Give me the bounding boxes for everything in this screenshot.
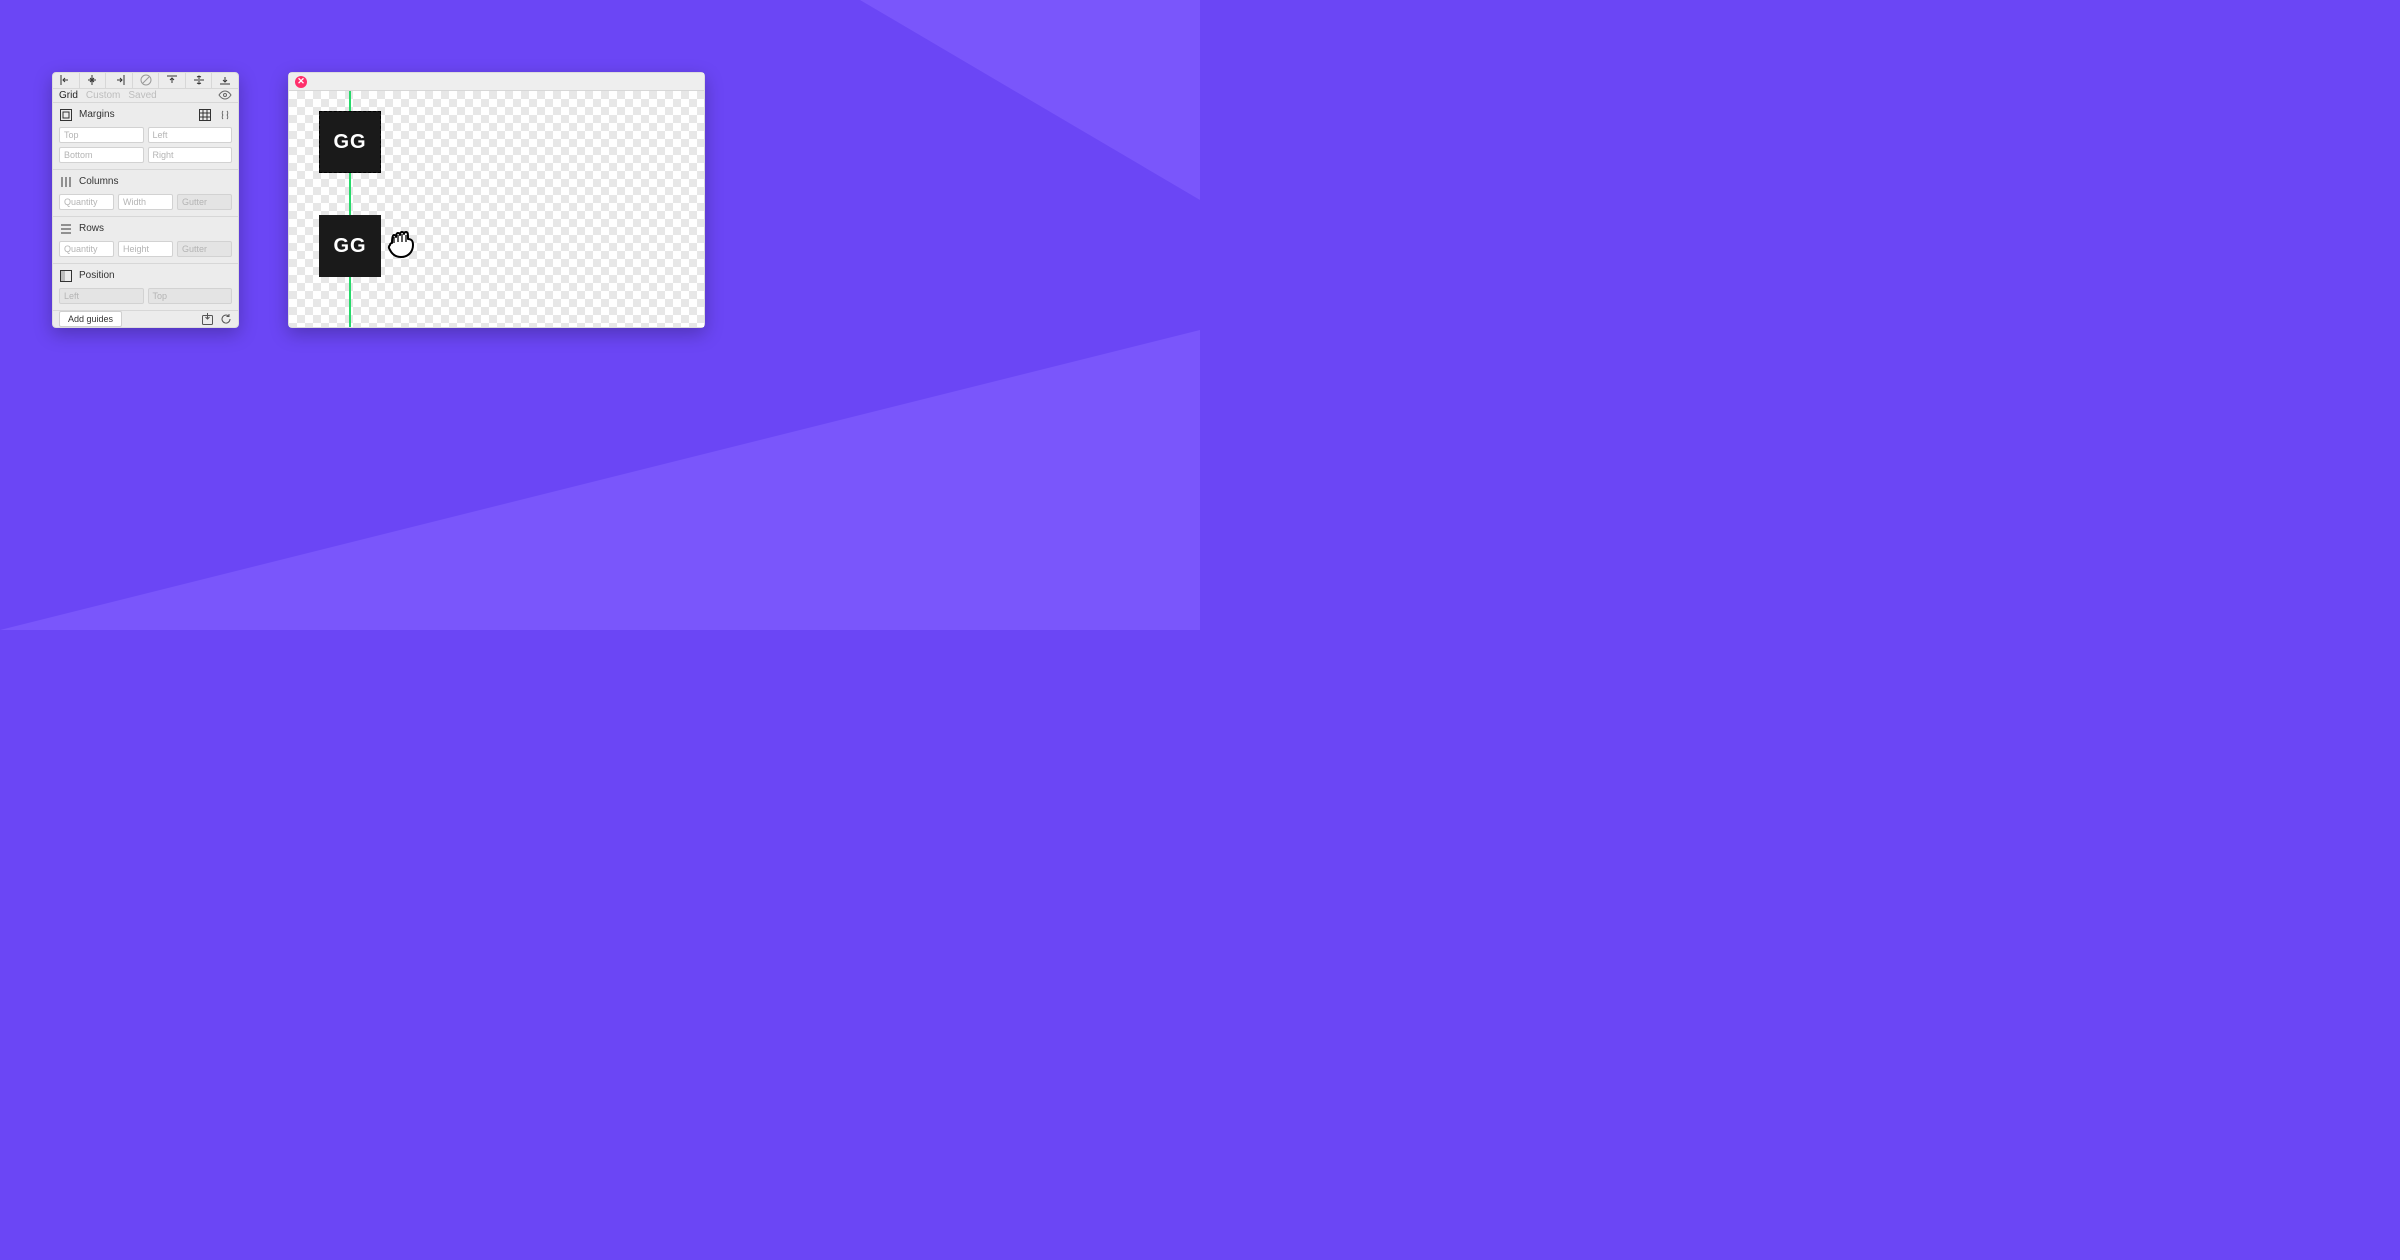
- position-icon: [59, 270, 73, 282]
- new-guide-hcenter-button[interactable]: [186, 73, 213, 88]
- position-title: Position: [79, 270, 115, 281]
- eye-icon: [218, 90, 232, 100]
- section-columns: Columns Gutter: [53, 170, 238, 217]
- toggle-visibility-button[interactable]: [218, 90, 232, 100]
- import-preset-button[interactable]: [201, 313, 214, 325]
- columns-icon: [59, 176, 73, 188]
- rows-height-input[interactable]: [118, 241, 173, 257]
- panel-tabs: Grid Custom Saved: [53, 89, 238, 103]
- position-top-select[interactable]: Top: [148, 288, 233, 304]
- guide-toolbar: [53, 73, 238, 89]
- section-position: Position Left Top: [53, 264, 238, 310]
- margins-icon: [59, 109, 73, 121]
- rows-quantity-input[interactable]: [59, 241, 114, 257]
- bg-decor-bottom: [0, 330, 1200, 630]
- tab-custom[interactable]: Custom: [86, 90, 120, 101]
- bg-decor-top: [860, 0, 1200, 200]
- rows-icon: [59, 223, 73, 235]
- add-guides-button[interactable]: Add guides: [59, 311, 122, 327]
- margin-left-input[interactable]: [148, 127, 233, 143]
- grab-cursor-icon: [384, 229, 418, 259]
- canvas-window: ✕ GG GG: [288, 72, 705, 328]
- panel-footer: Add guides: [53, 310, 238, 327]
- window-close-button[interactable]: ✕: [295, 76, 307, 88]
- section-margins: Margins: [53, 103, 238, 170]
- margins-title: Margins: [79, 109, 115, 120]
- clear-guides-button[interactable]: [133, 73, 160, 88]
- canvas-area[interactable]: GG GG: [289, 91, 704, 327]
- guide-panel: Grid Custom Saved Margins: [52, 72, 239, 328]
- margin-bottom-input[interactable]: [59, 147, 144, 163]
- columns-quantity-input[interactable]: [59, 194, 114, 210]
- new-guide-bottom-button[interactable]: [212, 73, 238, 88]
- tab-grid[interactable]: Grid: [59, 90, 78, 101]
- close-icon: ✕: [297, 77, 305, 86]
- columns-gutter-input: Gutter: [177, 194, 232, 210]
- canvas-object-2-label: GG: [333, 235, 366, 258]
- new-guide-right-button[interactable]: [106, 73, 133, 88]
- columns-title: Columns: [79, 176, 118, 187]
- new-guide-top-button[interactable]: [159, 73, 186, 88]
- columns-width-input[interactable]: [118, 194, 173, 210]
- new-guide-vcenter-button[interactable]: [80, 73, 107, 88]
- margins-grid-icon[interactable]: [198, 109, 212, 121]
- canvas-object-2[interactable]: GG: [319, 215, 381, 277]
- new-guide-left-button[interactable]: [53, 73, 80, 88]
- link-margins-button[interactable]: [218, 110, 232, 120]
- tab-saved[interactable]: Saved: [128, 90, 156, 101]
- rows-title: Rows: [79, 223, 104, 234]
- rows-gutter-input: Gutter: [177, 241, 232, 257]
- reset-button[interactable]: [220, 313, 232, 325]
- section-rows: Rows Gutter: [53, 217, 238, 264]
- canvas-object-1-label: GG: [333, 131, 366, 154]
- canvas-object-1[interactable]: GG: [319, 111, 381, 173]
- position-left-select[interactable]: Left: [59, 288, 144, 304]
- window-titlebar: ✕: [289, 73, 704, 91]
- margin-right-input[interactable]: [148, 147, 233, 163]
- margin-top-input[interactable]: [59, 127, 144, 143]
